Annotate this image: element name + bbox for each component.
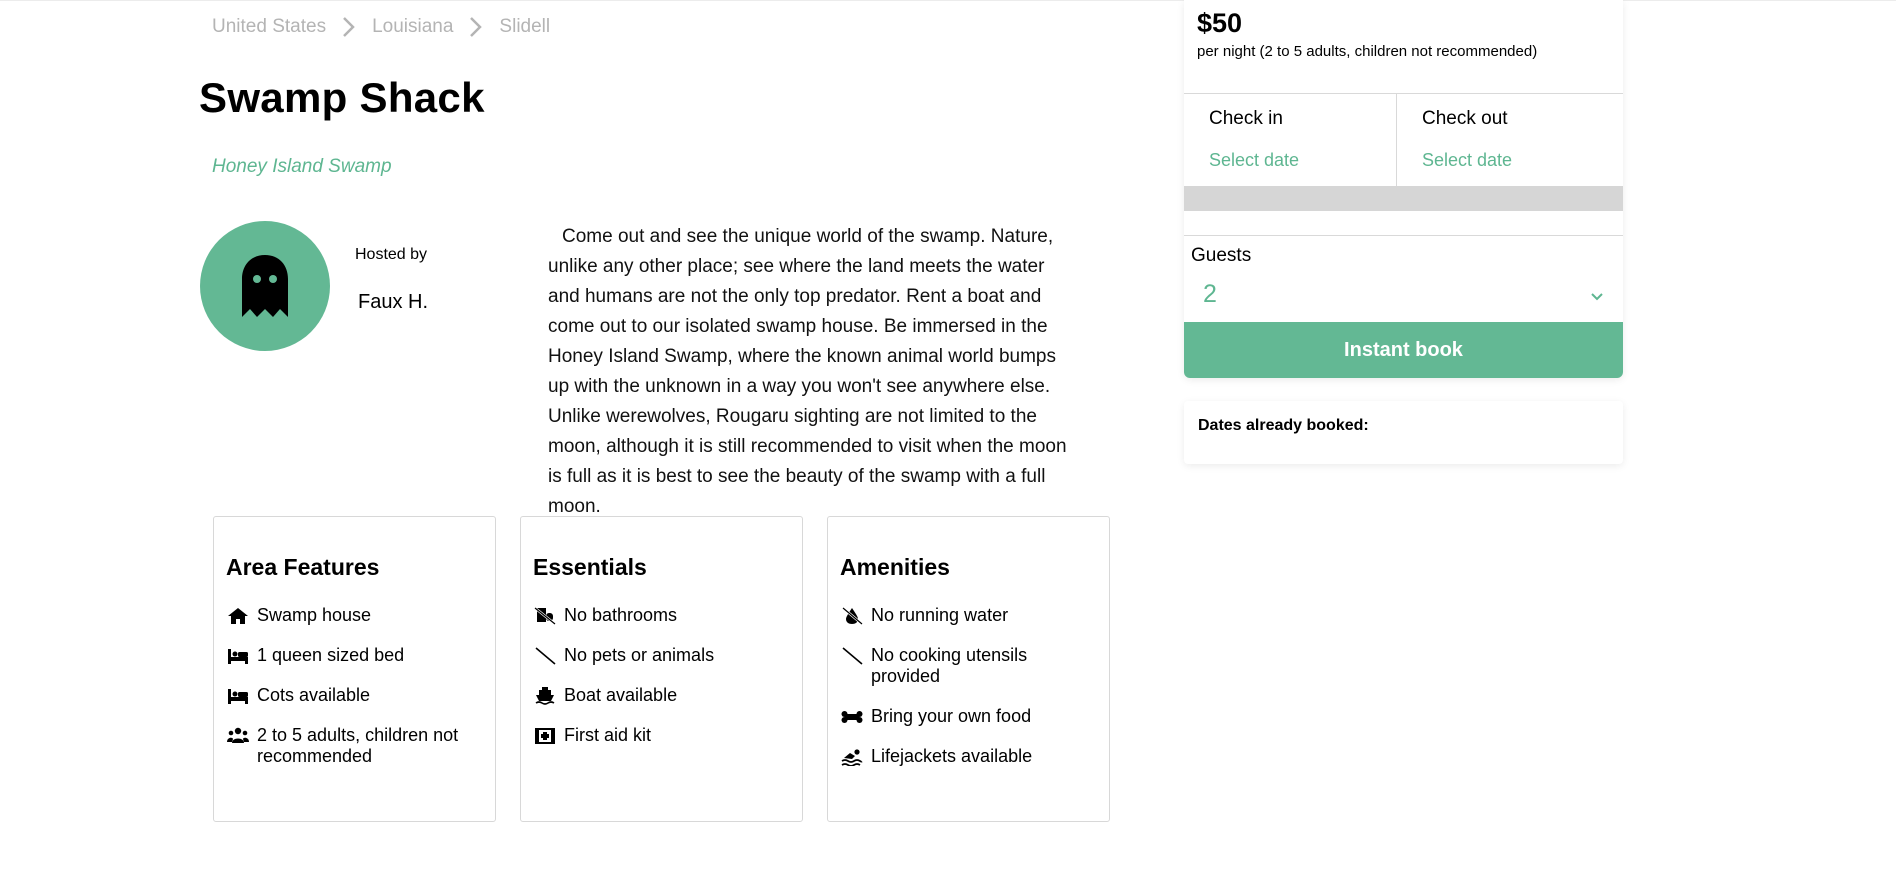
check-out-field[interactable]: Check out Select date [1397,94,1623,186]
list-item: Lifejackets available [840,746,1095,767]
essentials-list: No bathrooms No pets or animals Boat ava… [533,605,788,765]
booked-dates-title: Dates already booked: [1198,417,1369,434]
first-aid-icon [533,725,557,746]
essentials-card: Essentials No bathrooms No pets or anima… [520,516,803,822]
home-icon [226,605,250,626]
list-item-label: Boat available [564,685,678,705]
swimmer-icon [840,746,864,767]
list-item: First aid kit [533,725,788,746]
list-item-label: Bring your own food [871,706,1032,726]
breadcrumb: United States Louisiana Slidell [212,14,550,40]
price: $50 [1197,8,1243,38]
list-item: Swamp house [226,605,481,626]
breadcrumb-city[interactable]: Slidell [499,16,550,38]
breadcrumb-country[interactable]: United States [212,16,326,38]
no-toilet-icon [533,605,557,626]
list-item: No pets or animals [533,645,788,666]
host-name: Faux H. [358,291,429,313]
card-title: Area Features [226,554,380,580]
divider [1184,235,1623,236]
listing-description: Come out and see the unique world of the… [548,226,1067,517]
bone-icon [840,706,864,727]
instant-book-button[interactable]: Instant book [1184,322,1623,378]
feature-list: Swamp house 1 queen sized bed Cots avail… [226,605,481,786]
booked-dates-panel: Dates already booked: [1184,401,1623,464]
list-item-label: 2 to 5 adults, children not recommended [257,725,459,766]
avatar [200,221,330,351]
chevron-down-icon [1591,293,1603,301]
breadcrumb-state[interactable]: Louisiana [372,16,453,38]
page-title: Swamp Shack [199,74,485,121]
check-in-label: Check in [1209,108,1283,129]
price-note: per night (2 to 5 adults, children not r… [1197,43,1538,60]
check-in-value[interactable]: Select date [1209,150,1299,171]
guests-select[interactable]: 2 [1184,276,1623,320]
amenities-list: No running water No cooking utensils pro… [840,605,1095,786]
list-item-label: 1 queen sized bed [257,645,405,665]
ship-icon [533,685,557,706]
list-item-label: No bathrooms [564,605,678,625]
list-item: 1 queen sized bed [226,645,481,666]
check-out-label: Check out [1422,108,1508,129]
calendar-placeholder-bar [1184,186,1623,211]
list-item: No cooking utensils provided [840,645,1095,687]
list-item: No bathrooms [533,605,788,626]
users-icon [226,725,250,746]
check-in-field[interactable]: Check in Select date [1184,94,1396,186]
slash-icon [840,645,864,666]
list-item: Bring your own food [840,706,1095,727]
list-item-label: No pets or animals [564,645,715,665]
list-item: 2 to 5 adults, children not recommended [226,725,481,767]
check-out-value[interactable]: Select date [1422,150,1512,171]
bed-icon [226,645,250,666]
list-item-label: Cots available [257,685,371,705]
hosted-by-label: Hosted by [355,246,428,263]
card-title: Essentials [533,554,647,580]
list-item: Boat available [533,685,788,706]
chevron-right-icon [336,14,362,40]
list-item-label: Lifejackets available [871,746,1033,766]
bed-icon [226,685,250,706]
list-item-label: First aid kit [564,725,652,745]
amenities-card: Amenities No running water No cooking ut… [827,516,1110,822]
list-item-label: No running water [871,605,1009,625]
list-item: Cots available [226,685,481,706]
booking-panel: $50 per night (2 to 5 adults, children n… [1184,0,1623,378]
list-item-label: Swamp house [257,605,372,625]
card-title: Amenities [840,554,950,580]
guests-label: Guests [1191,245,1252,266]
list-item-label: No cooking utensils provided [871,645,1028,686]
location-link[interactable]: Honey Island Swamp [212,156,392,178]
ghost-icon [242,255,288,317]
guests-value: 2 [1203,280,1217,308]
chevron-right-icon [463,14,489,40]
list-item: No running water [840,605,1095,626]
slash-icon [533,645,557,666]
no-water-icon [840,605,864,626]
area-features-card: Area Features Swamp house 1 queen sized … [213,516,496,822]
